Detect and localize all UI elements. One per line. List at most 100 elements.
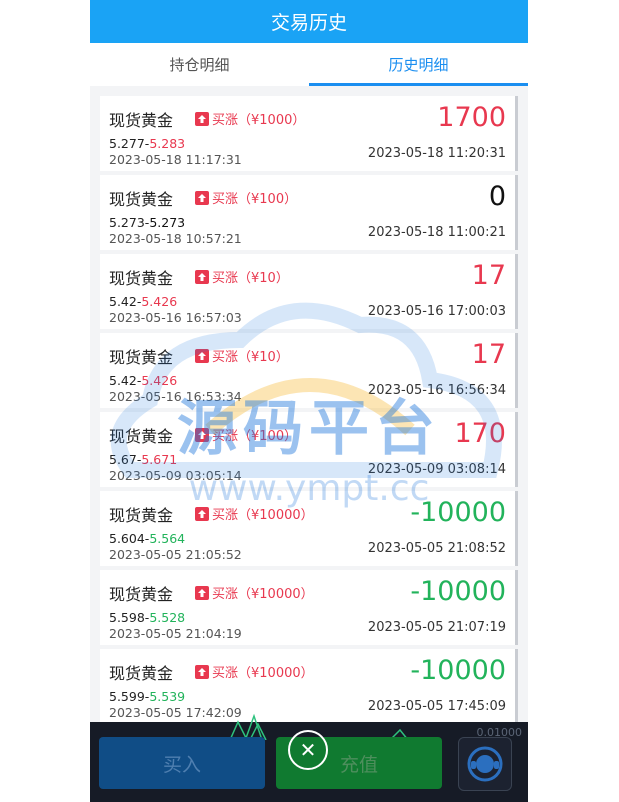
price-range: 5.42-5.426 (109, 373, 178, 388)
trade-direction: 买涨（¥10000） (195, 662, 314, 681)
open-time: 2023-05-05 21:05:52 (109, 547, 242, 562)
bottom-action-bar: 0.01000 买入 充值 ✕ (90, 713, 528, 802)
history-record-card: 现货黄金 买涨（¥1000） 5.277-5.283 2023-05-18 11… (100, 96, 518, 171)
trade-direction-label: 买涨（¥10000） (212, 508, 314, 523)
up-arrow-icon (195, 269, 209, 284)
profit-amount: 1700 (437, 102, 506, 133)
buy-button-label: 买入 (162, 753, 201, 776)
trade-direction: 买涨（¥1000） (195, 109, 305, 128)
trade-direction-label: 买涨（¥10） (212, 350, 289, 365)
tab-history[interactable]: 历史明细 (309, 43, 528, 86)
profit-amount: -10000 (410, 576, 506, 607)
up-arrow-icon (195, 190, 209, 205)
open-time: 2023-05-09 03:05:14 (109, 468, 242, 483)
app-container: 交易历史 持仓明细 历史明细 现货黄金 买涨（¥1000） 5.277-5.28… (90, 0, 528, 802)
open-price: 5.67 (109, 452, 137, 467)
tab-bar: 持仓明细 历史明细 (90, 43, 528, 86)
open-time: 2023-05-18 10:57:21 (109, 231, 242, 246)
product-name: 现货黄金 (109, 506, 174, 525)
open-price: 5.42 (109, 373, 137, 388)
headset-icon (467, 746, 503, 782)
close-time: 2023-05-09 03:08:14 (367, 462, 506, 477)
buy-button[interactable]: 买入 (99, 737, 265, 789)
product-name: 现货黄金 (109, 348, 174, 367)
trade-direction: 买涨（¥10000） (195, 504, 314, 523)
profit-amount: -10000 (410, 497, 506, 528)
history-record-card: 现货黄金 买涨（¥10） 5.42-5.426 2023-05-16 16:57… (100, 254, 518, 329)
product-name: 现货黄金 (109, 585, 174, 604)
open-time: 2023-05-18 11:17:31 (109, 152, 242, 167)
tab-positions[interactable]: 持仓明细 (90, 43, 309, 86)
open-price: 5.42 (109, 294, 137, 309)
close-time: 2023-05-16 16:56:34 (367, 383, 506, 398)
close-price: 5.539 (149, 689, 186, 704)
recharge-button-label: 充值 (339, 753, 378, 776)
up-arrow-icon (195, 427, 209, 442)
up-arrow-icon (195, 664, 209, 679)
profit-amount: 17 (471, 260, 506, 291)
history-record-card: 现货黄金 买涨（¥10000） 5.598-5.528 2023-05-05 2… (100, 570, 518, 645)
open-price: 5.604 (109, 531, 145, 546)
tab-history-label: 历史明细 (388, 56, 449, 74)
close-time: 2023-05-16 17:00:03 (367, 304, 506, 319)
trade-direction-label: 买涨（¥1000） (212, 113, 306, 128)
close-price: 5.564 (149, 531, 186, 546)
trade-direction: 买涨（¥100） (195, 425, 297, 444)
product-name: 现货黄金 (109, 111, 174, 130)
trade-direction: 买涨（¥100） (195, 188, 297, 207)
close-time: 2023-05-05 21:08:52 (367, 541, 506, 556)
price-range: 5.599-5.539 (109, 689, 186, 704)
open-price: 5.598 (109, 610, 145, 625)
close-time: 2023-05-18 11:00:21 (367, 225, 506, 240)
profit-amount: 0 (488, 181, 506, 212)
trade-direction: 买涨（¥10000） (195, 583, 314, 602)
trade-direction: 买涨（¥10） (195, 267, 289, 286)
open-time: 2023-05-05 21:04:19 (109, 626, 242, 641)
history-list: 现货黄金 买涨（¥1000） 5.277-5.283 2023-05-18 11… (100, 96, 518, 802)
close-time: 2023-05-18 11:20:31 (367, 146, 506, 161)
price-range: 5.67-5.671 (109, 452, 178, 467)
close-price: 5.671 (141, 452, 178, 467)
open-price: 5.273 (109, 215, 145, 230)
price-range: 5.598-5.528 (109, 610, 186, 625)
product-name: 现货黄金 (109, 664, 174, 683)
tab-positions-label: 持仓明细 (169, 56, 230, 74)
open-price: 5.277 (109, 136, 145, 151)
close-price: 5.426 (141, 373, 178, 388)
history-record-card: 现货黄金 买涨（¥10） 5.42-5.426 2023-05-16 16:53… (100, 333, 518, 408)
trade-direction-label: 买涨（¥100） (212, 429, 298, 444)
product-name: 现货黄金 (109, 427, 174, 446)
history-record-card: 现货黄金 买涨（¥100） 5.273-5.273 2023-05-18 10:… (100, 175, 518, 250)
profit-amount: -10000 (410, 655, 506, 686)
close-price: 5.283 (149, 136, 186, 151)
open-time: 2023-05-16 16:57:03 (109, 310, 242, 325)
page-header: 交易历史 (90, 0, 528, 43)
price-range: 5.604-5.564 (109, 531, 186, 546)
price-range: 5.277-5.283 (109, 136, 186, 151)
close-price: 5.528 (149, 610, 186, 625)
up-arrow-icon (195, 585, 209, 600)
profit-amount: 170 (454, 418, 506, 449)
close-time: 2023-05-05 21:07:19 (367, 620, 506, 635)
open-price: 5.599 (109, 689, 145, 704)
up-arrow-icon (195, 111, 209, 126)
close-icon[interactable]: ✕ (288, 730, 328, 770)
trade-direction-label: 买涨（¥10000） (212, 666, 314, 681)
price-range: 5.273-5.273 (109, 215, 186, 230)
trade-direction-label: 买涨（¥10） (212, 271, 289, 286)
product-name: 现货黄金 (109, 269, 174, 288)
close-price: 5.426 (141, 294, 178, 309)
page-title: 交易历史 (270, 12, 347, 34)
price-range: 5.42-5.426 (109, 294, 178, 309)
history-record-card: 现货黄金 买涨（¥100） 5.67-5.671 2023-05-09 03:0… (100, 412, 518, 487)
customer-service-icon[interactable] (458, 737, 512, 791)
product-name: 现货黄金 (109, 190, 174, 209)
close-price: 5.273 (149, 215, 186, 230)
trade-direction-label: 买涨（¥10000） (212, 587, 314, 602)
history-record-card: 现货黄金 买涨（¥10000） 5.604-5.564 2023-05-05 2… (100, 491, 518, 566)
profit-amount: 17 (471, 339, 506, 370)
up-arrow-icon (195, 348, 209, 363)
open-time: 2023-05-16 16:53:34 (109, 389, 242, 404)
trade-direction: 买涨（¥10） (195, 346, 289, 365)
up-arrow-icon (195, 506, 209, 521)
